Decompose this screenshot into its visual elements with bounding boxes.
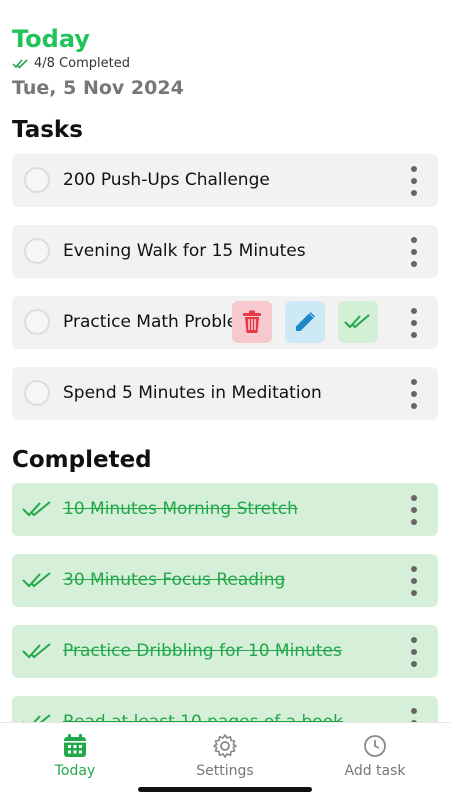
more-options-icon[interactable] bbox=[410, 637, 418, 667]
task-label: Evening Walk for 15 Minutes bbox=[63, 241, 306, 261]
complete-task-button[interactable] bbox=[338, 301, 378, 343]
delete-task-button[interactable] bbox=[232, 301, 272, 343]
completed-task-card[interactable]: 10 Minutes Morning Stretch bbox=[12, 483, 438, 536]
pencil-icon bbox=[296, 312, 315, 331]
nav-today[interactable]: Today bbox=[0, 733, 150, 779]
task-card[interactable]: Practice Math Proble bbox=[12, 296, 438, 349]
clock-icon bbox=[364, 735, 386, 757]
more-options-icon[interactable] bbox=[410, 566, 418, 596]
nav-today-label: Today bbox=[54, 763, 96, 779]
task-card[interactable]: 200 Push-Ups Challenge bbox=[12, 154, 438, 207]
page-title: Today bbox=[12, 25, 90, 53]
date-label: Tue, 5 Nov 2024 bbox=[12, 77, 184, 99]
task-card[interactable]: Spend 5 Minutes in Meditation bbox=[12, 367, 438, 420]
task-label: Practice Math Proble bbox=[63, 312, 233, 332]
task-checkbox[interactable] bbox=[24, 309, 50, 335]
completed-task-label: Practice Dribbling for 10 Minutes bbox=[63, 641, 342, 661]
progress-text: 4/8 Completed bbox=[34, 56, 130, 71]
completed-task-card[interactable]: 30 Minutes Focus Reading bbox=[12, 554, 438, 607]
task-checkbox[interactable] bbox=[24, 380, 50, 406]
home-indicator[interactable] bbox=[138, 787, 312, 792]
tasks-section-title: Tasks bbox=[12, 117, 83, 143]
more-options-icon[interactable] bbox=[410, 237, 418, 267]
task-label: 200 Push-Ups Challenge bbox=[63, 170, 270, 190]
nav-add-task[interactable]: Add task bbox=[300, 733, 450, 779]
more-options-icon[interactable] bbox=[410, 308, 418, 338]
more-options-icon[interactable] bbox=[410, 379, 418, 409]
double-check-icon[interactable] bbox=[22, 641, 54, 661]
more-options-icon[interactable] bbox=[410, 495, 418, 525]
edit-task-button[interactable] bbox=[285, 301, 325, 343]
completed-section-title: Completed bbox=[12, 447, 152, 473]
completed-task-label: 30 Minutes Focus Reading bbox=[63, 570, 286, 590]
double-check-icon[interactable] bbox=[22, 499, 54, 519]
task-checkbox[interactable] bbox=[24, 167, 50, 193]
nav-add-task-label: Add task bbox=[344, 763, 406, 779]
double-check-icon[interactable] bbox=[22, 570, 54, 590]
more-options-icon[interactable] bbox=[410, 166, 418, 196]
double-check-icon bbox=[12, 58, 28, 69]
nav-settings-label: Settings bbox=[196, 763, 254, 779]
gear-icon bbox=[213, 734, 237, 758]
task-card[interactable]: Evening Walk for 15 Minutes bbox=[12, 225, 438, 278]
progress-row: 4/8 Completed bbox=[12, 56, 432, 71]
completed-task-label: 10 Minutes Morning Stretch bbox=[63, 499, 298, 519]
nav-settings[interactable]: Settings bbox=[150, 733, 300, 779]
task-checkbox[interactable] bbox=[24, 238, 50, 264]
header: Today 4/8 Completed Tue, 5 Nov 2024 bbox=[12, 24, 432, 99]
calendar-icon bbox=[64, 734, 86, 757]
double-check-icon bbox=[344, 314, 370, 329]
task-label: Spend 5 Minutes in Meditation bbox=[63, 383, 322, 403]
completed-task-card[interactable]: Practice Dribbling for 10 Minutes bbox=[12, 625, 438, 678]
trash-icon bbox=[243, 310, 261, 333]
